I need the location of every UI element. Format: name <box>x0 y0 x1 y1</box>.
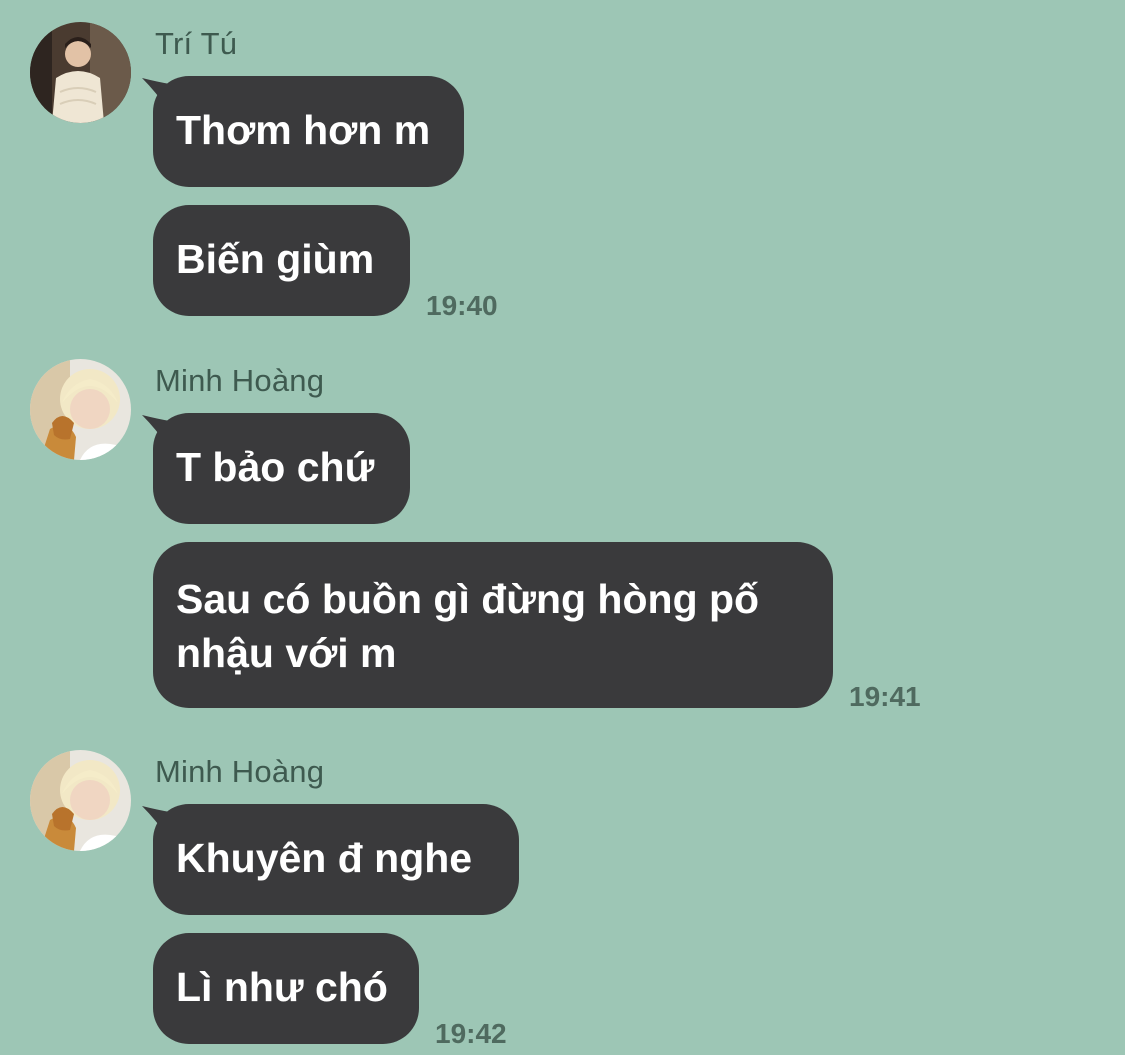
message-bubble[interactable]: Biến giùm <box>153 205 410 316</box>
message-text: Sau có buồn gì đừng hòng pố nhậu với m <box>176 576 760 676</box>
message-bubble[interactable]: Khuyên đ nghe <box>153 804 519 915</box>
message-time: 19:41 <box>849 681 921 712</box>
person-photo-icon <box>30 359 131 460</box>
chat-view: Trí Tú Thơm hơn m Biến giùm 19:40 Minh H… <box>0 0 1125 1055</box>
avatar[interactable] <box>30 359 131 460</box>
message-text: Khuyên đ nghe <box>176 835 473 881</box>
message-time: 19:42 <box>435 1018 507 1049</box>
message-time: 19:40 <box>426 290 498 321</box>
avatar[interactable] <box>30 750 131 851</box>
message-bubble[interactable]: T bảo chứ <box>153 413 410 524</box>
sender-name: Minh Hoàng <box>155 754 325 789</box>
message-text: Biến giùm <box>176 236 375 282</box>
person-photo-icon <box>30 750 131 851</box>
avatar[interactable] <box>30 22 131 123</box>
message-bubble[interactable]: Thơm hơn m <box>153 76 464 187</box>
sender-name: Trí Tú <box>155 26 238 61</box>
sender-name: Minh Hoàng <box>155 363 325 398</box>
message-bubble[interactable]: Sau có buồn gì đừng hòng pố nhậu với m <box>153 542 833 708</box>
message-text: Thơm hơn m <box>176 107 431 153</box>
message-text: Lì như chó <box>176 964 388 1010</box>
message-text: T bảo chứ <box>176 444 375 490</box>
message-bubble[interactable]: Lì như chó <box>153 933 419 1044</box>
person-photo-icon <box>30 22 131 123</box>
